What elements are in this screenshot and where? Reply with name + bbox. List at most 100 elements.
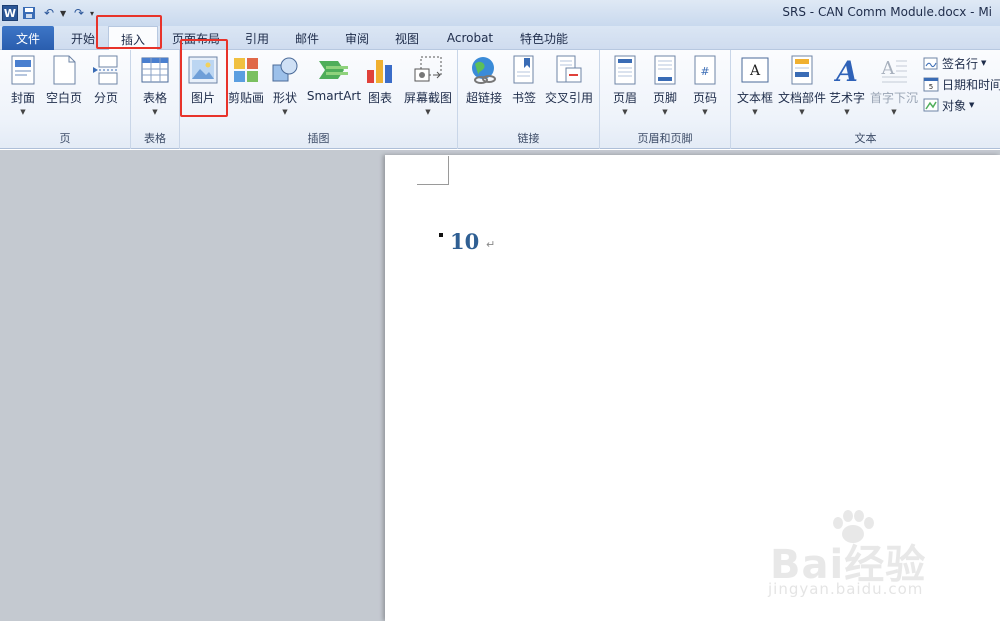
signature-line-icon: [923, 55, 939, 71]
svg-text:A: A: [833, 55, 858, 85]
undo-icon[interactable]: ↶: [40, 4, 58, 22]
signature-line-dropdown-icon: ▼: [981, 59, 987, 67]
quick-parts-dropdown-icon: ▼: [799, 108, 805, 116]
wordart-button[interactable]: A 艺术字 ▼: [827, 54, 867, 118]
object-icon: [923, 97, 939, 113]
cover-page-button[interactable]: 封面 ▼: [6, 54, 40, 118]
footer-dropdown-icon: ▼: [662, 108, 668, 116]
object-dropdown-icon: ▼: [969, 101, 975, 109]
tab-references[interactable]: 引用: [236, 26, 278, 50]
tab-special-features[interactable]: 特色功能: [512, 26, 576, 50]
tab-acrobat[interactable]: Acrobat: [440, 26, 500, 50]
quick-parts-icon: [786, 54, 818, 86]
text-box-dropdown-icon: ▼: [752, 108, 758, 116]
bookmark-icon: [508, 54, 540, 86]
bookmark-button[interactable]: 书签: [508, 54, 540, 118]
drop-cap-button[interactable]: A 首字下沉 ▼: [869, 54, 919, 118]
date-time-button[interactable]: 5 日期和时间: [923, 74, 1000, 94]
smartart-icon: [318, 54, 350, 86]
baidu-watermark: Bai经验 jingyan.baidu.com: [760, 510, 980, 605]
page-break-button[interactable]: 分页: [88, 54, 124, 118]
table-dropdown-icon: ▼: [152, 108, 158, 116]
group-pages: 封面 ▼ 空白页 分页 页: [0, 50, 131, 149]
quick-parts-button[interactable]: 文档部件 ▼: [777, 54, 827, 118]
group-label-links: 链接: [517, 132, 540, 145]
chart-button[interactable]: 图表: [365, 54, 395, 118]
group-tables: 表格 ▼ 表格: [131, 50, 180, 149]
window-title: SRS - CAN Comm Module.docx - Mi: [782, 5, 992, 19]
table-icon: [139, 54, 171, 86]
tab-mailings[interactable]: 邮件: [286, 26, 328, 50]
tab-home[interactable]: 开始: [60, 26, 106, 50]
group-label-tables: 表格: [144, 132, 166, 145]
quick-access-toolbar: W ↶ ▼ ↷ ▾: [2, 2, 98, 24]
blank-page-button[interactable]: 空白页: [44, 54, 84, 118]
screenshot-icon: [412, 54, 444, 86]
screenshot-dropdown-icon: ▼: [425, 108, 431, 116]
paragraph-mark: ↵: [486, 238, 496, 251]
ribbon-tab-bar: 文件 开始 插入 页面布局 引用 邮件 审阅 视图 Acrobat 特色功能: [0, 26, 1000, 51]
hyperlink-icon: [468, 54, 500, 86]
object-button[interactable]: 对象 ▼: [923, 95, 974, 115]
picture-button[interactable]: 图片: [186, 54, 220, 118]
group-label-illustrations: 插图: [307, 132, 330, 145]
tab-view[interactable]: 视图: [386, 26, 428, 50]
page-number-dropdown-icon: ▼: [702, 108, 708, 116]
ribbon: 封面 ▼ 空白页 分页 页 表格 ▼ 表格 图片 剪贴画 形状 ▼ SmartA…: [0, 39, 1000, 149]
group-label-header-footer: 页眉和页脚: [637, 132, 693, 145]
svg-text:A: A: [881, 58, 896, 79]
svg-text:A: A: [749, 63, 761, 79]
heading-number[interactable]: 10: [450, 229, 479, 254]
shapes-icon: [269, 54, 301, 86]
header-button[interactable]: 页眉 ▼: [608, 54, 642, 118]
screenshot-button[interactable]: 屏幕截图 ▼: [402, 54, 454, 118]
group-illustrations: 图片 剪贴画 形状 ▼ SmartArt 图表 屏幕截图 ▼ 插图: [180, 50, 458, 149]
header-dropdown-icon: ▼: [622, 108, 628, 116]
page-break-icon: [90, 54, 122, 86]
watermark-url: jingyan.baidu.com: [768, 580, 924, 598]
clip-art-icon: [230, 54, 262, 86]
chart-icon: [364, 54, 396, 86]
group-header-footer: 页眉 ▼ 页脚 ▼ # 页码 ▼ 页眉和页脚: [600, 50, 731, 149]
svg-text:5: 5: [929, 83, 933, 91]
redo-icon[interactable]: ↷: [70, 4, 88, 22]
tab-insert[interactable]: 插入: [108, 26, 158, 51]
calendar-icon: 5: [923, 76, 939, 92]
customize-qat-icon[interactable]: ▾: [90, 9, 98, 18]
svg-text:#: #: [700, 65, 709, 78]
text-box-icon: A: [739, 54, 771, 86]
picture-icon: [187, 54, 219, 86]
tab-page-layout[interactable]: 页面布局: [166, 26, 226, 50]
tab-review[interactable]: 审阅: [336, 26, 378, 50]
word-logo-icon[interactable]: W: [2, 5, 18, 21]
text-box-button[interactable]: A 文本框 ▼: [735, 54, 775, 118]
table-button[interactable]: 表格 ▼: [138, 54, 172, 118]
page-margin-marker: [417, 156, 449, 185]
clip-art-button[interactable]: 剪贴画: [226, 54, 266, 118]
group-text: A 文本框 ▼ 文档部件 ▼ A 艺术字 ▼ A 首字下沉 ▼ 签名行 ▼ 5 …: [731, 50, 1000, 149]
smartart-button[interactable]: SmartArt: [306, 54, 362, 118]
group-label-pages: 页: [59, 132, 71, 145]
wordart-icon: A: [831, 54, 863, 86]
cover-page-icon: [7, 54, 39, 86]
group-label-text: 文本: [854, 132, 877, 145]
save-icon[interactable]: [20, 4, 38, 22]
hyperlink-button[interactable]: 超链接: [462, 54, 506, 118]
cover-page-dropdown-icon: ▼: [20, 108, 26, 116]
drop-cap-icon: A: [878, 54, 910, 86]
wordart-dropdown-icon: ▼: [844, 108, 850, 116]
undo-dropdown-icon[interactable]: ▼: [60, 9, 68, 18]
shapes-button[interactable]: 形状 ▼: [268, 54, 302, 118]
footer-icon: [649, 54, 681, 86]
signature-line-button[interactable]: 签名行 ▼: [923, 53, 986, 73]
title-bar: W ↶ ▼ ↷ ▾ SRS - CAN Comm Module.docx - M…: [0, 0, 1000, 26]
blank-page-icon: [48, 54, 80, 86]
shapes-dropdown-icon: ▼: [282, 108, 288, 116]
footer-button[interactable]: 页脚 ▼: [648, 54, 682, 118]
cross-reference-button[interactable]: 交叉引用: [542, 54, 596, 118]
paragraph-bullet-mark: [439, 233, 443, 237]
drop-cap-dropdown-icon: ▼: [891, 108, 897, 116]
header-icon: [609, 54, 641, 86]
tab-file[interactable]: 文件: [2, 26, 54, 50]
page-number-button[interactable]: # 页码 ▼: [688, 54, 722, 118]
